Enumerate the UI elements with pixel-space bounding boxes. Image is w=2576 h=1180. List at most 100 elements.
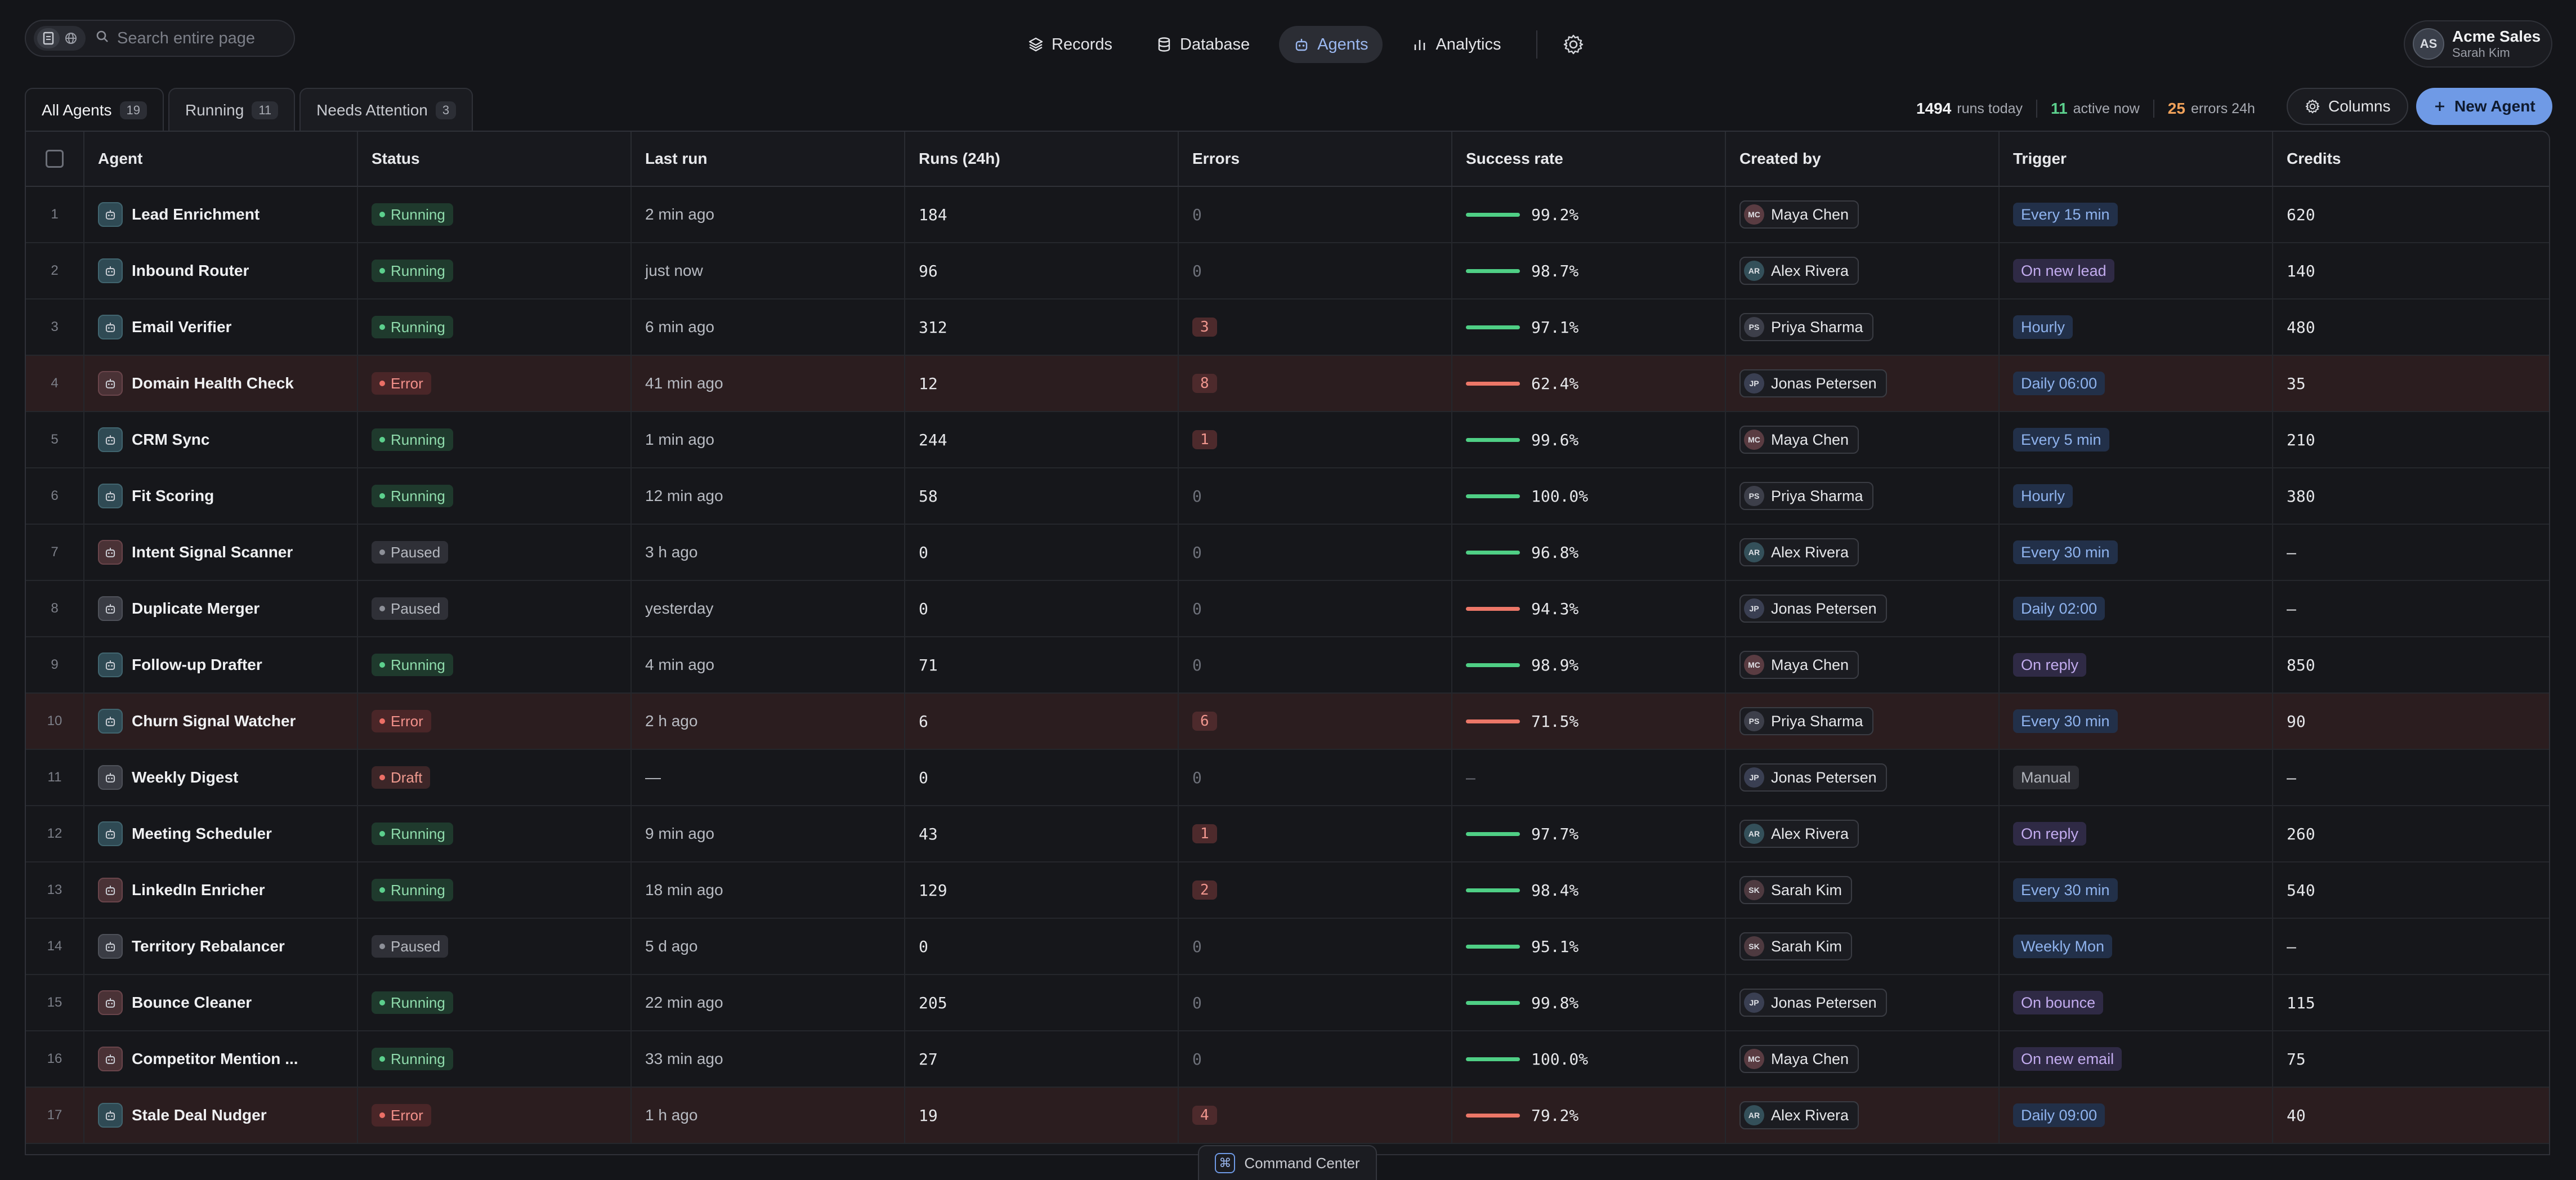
nav-analytics[interactable]: Analytics xyxy=(1397,26,1515,63)
search-scope-toggle[interactable] xyxy=(34,26,86,51)
table-row[interactable]: 1 Lead Enrichment Running 2 min ago 184 … xyxy=(26,187,2549,243)
nav-records[interactable]: Records xyxy=(1013,26,1127,63)
creator-chip[interactable]: MC Maya Chen xyxy=(1739,426,1859,454)
settings-button[interactable] xyxy=(1558,29,1589,60)
table-row[interactable]: 11 Weekly Digest Draft — 0 0 — JP Jonas … xyxy=(26,750,2549,806)
agent-cell[interactable]: Fit Scoring xyxy=(84,468,358,524)
robot-icon xyxy=(98,540,123,565)
agent-cell[interactable]: Lead Enrichment xyxy=(84,187,358,242)
table-row[interactable]: 12 Meeting Scheduler Running 9 min ago 4… xyxy=(26,806,2549,862)
new-agent-button[interactable]: New Agent xyxy=(2416,88,2552,125)
table-row[interactable]: 14 Territory Rebalancer Paused 5 d ago 0… xyxy=(26,919,2549,975)
table-row[interactable]: 6 Fit Scoring Running 12 min ago 58 0 10… xyxy=(26,468,2549,525)
agent-name[interactable]: Domain Health Check xyxy=(132,374,294,392)
agent-name[interactable]: Meeting Scheduler xyxy=(132,825,272,843)
agent-cell[interactable]: CRM Sync xyxy=(84,412,358,467)
agent-cell[interactable]: Inbound Router xyxy=(84,243,358,298)
agent-name[interactable]: Follow-up Drafter xyxy=(132,656,262,674)
agent-cell[interactable]: Intent Signal Scanner xyxy=(84,525,358,580)
column-header[interactable]: Created by xyxy=(1726,132,2000,186)
creator-chip[interactable]: AR Alex Rivera xyxy=(1739,538,1859,566)
globe-icon[interactable] xyxy=(60,28,82,48)
creator-chip[interactable]: JP Jonas Petersen xyxy=(1739,989,1887,1017)
column-header[interactable]: Runs (24h) xyxy=(905,132,1179,186)
table-row[interactable]: 13 LinkedIn Enricher Running 18 min ago … xyxy=(26,862,2549,919)
creator-chip[interactable]: PS Priya Sharma xyxy=(1739,313,1873,341)
agent-name[interactable]: Fit Scoring xyxy=(132,487,214,505)
columns-button[interactable]: Columns xyxy=(2287,88,2409,125)
agent-cell[interactable]: Stale Deal Nudger xyxy=(84,1088,358,1143)
agent-name[interactable]: Inbound Router xyxy=(132,262,249,280)
column-header[interactable]: Errors xyxy=(1179,132,1452,186)
table-row[interactable]: 5 CRM Sync Running 1 min ago 244 1 99.6%… xyxy=(26,412,2549,468)
column-header[interactable]: Agent xyxy=(84,132,358,186)
creator-chip[interactable]: AR Alex Rivera xyxy=(1739,257,1859,285)
agent-name[interactable]: Churn Signal Watcher xyxy=(132,712,296,730)
tab-running[interactable]: Running 11 xyxy=(168,88,296,132)
tab-needs-attention[interactable]: Needs Attention 3 xyxy=(299,88,473,132)
column-header[interactable]: Credits xyxy=(2273,132,2549,186)
agent-cell[interactable]: Follow-up Drafter xyxy=(84,637,358,692)
creator-chip[interactable]: SK Sarah Kim xyxy=(1739,932,1853,960)
command-center-button[interactable]: ⌘ Command Center xyxy=(1198,1145,1377,1180)
creator-chip[interactable]: JP Jonas Petersen xyxy=(1739,369,1887,397)
table-row[interactable]: 15 Bounce Cleaner Running 22 min ago 205… xyxy=(26,975,2549,1031)
column-header[interactable]: Trigger xyxy=(2000,132,2273,186)
select-all-checkbox[interactable] xyxy=(46,150,64,168)
created-by-cell: JP Jonas Petersen xyxy=(1726,356,2000,411)
agent-cell[interactable]: Competitor Mention ... xyxy=(84,1031,358,1087)
trigger-cell: On new lead xyxy=(2000,243,2273,298)
creator-name: Alex Rivera xyxy=(1771,1106,1849,1124)
account-switcher[interactable]: AS Acme Sales Sarah Kim xyxy=(2404,20,2552,68)
table-row[interactable]: 3 Email Verifier Running 6 min ago 312 3… xyxy=(26,300,2549,356)
column-header[interactable]: Last run xyxy=(632,132,905,186)
agent-cell[interactable]: Meeting Scheduler xyxy=(84,806,358,861)
table-row[interactable]: 16 Competitor Mention ... Running 33 min… xyxy=(26,1031,2549,1088)
nav-database[interactable]: Database xyxy=(1142,26,1264,63)
nav-agents[interactable]: Agents xyxy=(1279,26,1383,63)
agent-name[interactable]: LinkedIn Enricher xyxy=(132,881,265,899)
table-row[interactable]: 2 Inbound Router Running just now 96 0 9… xyxy=(26,243,2549,300)
agent-cell[interactable]: Email Verifier xyxy=(84,300,358,355)
creator-chip[interactable]: JP Jonas Petersen xyxy=(1739,595,1887,623)
agent-name[interactable]: CRM Sync xyxy=(132,431,209,449)
tab-all-agents[interactable]: All Agents 19 xyxy=(25,88,164,132)
table-row[interactable]: 7 Intent Signal Scanner Paused 3 h ago 0… xyxy=(26,525,2549,581)
agent-cell[interactable]: Domain Health Check xyxy=(84,356,358,411)
creator-chip[interactable]: PS Priya Sharma xyxy=(1739,482,1873,510)
agent-cell[interactable]: Bounce Cleaner xyxy=(84,975,358,1030)
agent-name[interactable]: Duplicate Merger xyxy=(132,600,260,618)
table-row[interactable]: 8 Duplicate Merger Paused yesterday 0 0 … xyxy=(26,581,2549,637)
agent-name[interactable]: Intent Signal Scanner xyxy=(132,543,293,561)
agent-name[interactable]: Territory Rebalancer xyxy=(132,937,285,955)
page-scope-icon[interactable] xyxy=(37,28,60,48)
agent-cell[interactable]: Weekly Digest xyxy=(84,750,358,805)
row-index: 16 xyxy=(47,1051,62,1066)
agent-cell[interactable]: Churn Signal Watcher xyxy=(84,694,358,749)
creator-chip[interactable]: SK Sarah Kim xyxy=(1739,876,1853,904)
table-row[interactable]: 17 Stale Deal Nudger Error 1 h ago 19 4 … xyxy=(26,1088,2549,1144)
agent-name[interactable]: Email Verifier xyxy=(132,318,231,336)
creator-chip[interactable]: MC Maya Chen xyxy=(1739,200,1859,229)
creator-chip[interactable]: AR Alex Rivera xyxy=(1739,820,1859,848)
search-input[interactable]: Search entire page xyxy=(117,29,255,48)
creator-chip[interactable]: MC Maya Chen xyxy=(1739,651,1859,679)
creator-chip[interactable]: AR Alex Rivera xyxy=(1739,1101,1859,1129)
agent-cell[interactable]: LinkedIn Enricher xyxy=(84,862,358,918)
agent-name[interactable]: Stale Deal Nudger xyxy=(132,1106,267,1124)
agent-cell[interactable]: Territory Rebalancer xyxy=(84,919,358,974)
creator-chip[interactable]: MC Maya Chen xyxy=(1739,1045,1859,1073)
creator-chip[interactable]: JP Jonas Petersen xyxy=(1739,763,1887,792)
agent-cell[interactable]: Duplicate Merger xyxy=(84,581,358,636)
table-row[interactable]: 9 Follow-up Drafter Running 4 min ago 71… xyxy=(26,637,2549,694)
table-row[interactable]: 4 Domain Health Check Error 41 min ago 1… xyxy=(26,356,2549,412)
column-header[interactable]: Status xyxy=(358,132,632,186)
table-row[interactable]: 10 Churn Signal Watcher Error 2 h ago 6 … xyxy=(26,694,2549,750)
agent-name[interactable]: Lead Enrichment xyxy=(132,205,260,224)
column-header[interactable]: Success rate xyxy=(1452,132,1726,186)
creator-chip[interactable]: PS Priya Sharma xyxy=(1739,707,1873,735)
agent-name[interactable]: Competitor Mention ... xyxy=(132,1050,298,1068)
search-bar[interactable]: Search entire page xyxy=(25,20,295,57)
agent-name[interactable]: Weekly Digest xyxy=(132,768,238,786)
agent-name[interactable]: Bounce Cleaner xyxy=(132,994,252,1012)
